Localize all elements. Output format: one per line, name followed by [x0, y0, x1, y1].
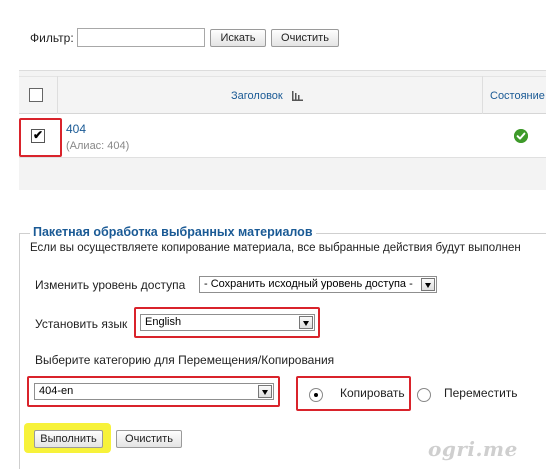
sort-icon[interactable] — [292, 90, 303, 101]
column-header-state[interactable]: Состояние — [490, 90, 545, 102]
article-alias: (Алиас: 404) — [66, 140, 130, 152]
copy-radio[interactable] — [309, 388, 323, 402]
batch-legend: Пакетная обработка выбранных материалов — [30, 225, 316, 239]
batch-description: Если вы осуществляете копирование матери… — [30, 242, 521, 254]
filter-label: Фильтр: — [30, 31, 74, 45]
row-checkbox[interactable]: ✔ — [31, 129, 45, 143]
category-label: Выберите категорию для Перемещения/Копир… — [35, 353, 335, 367]
run-button[interactable]: Выполнить — [34, 430, 103, 448]
filter-input[interactable] — [77, 28, 205, 47]
move-radio[interactable] — [417, 388, 431, 402]
column-header-title[interactable]: Заголовок — [231, 90, 283, 102]
watermark: ogri.me — [428, 437, 518, 461]
copy-label[interactable]: Копировать — [340, 386, 405, 400]
language-select[interactable]: English — [140, 314, 315, 331]
search-button[interactable]: Искать — [210, 29, 266, 47]
access-select[interactable]: - Сохранить исходный уровень доступа - — [199, 276, 437, 293]
access-label: Изменить уровень доступа — [35, 278, 186, 292]
language-label: Установить язык — [35, 317, 128, 331]
chevron-down-icon — [258, 385, 272, 398]
batch-clear-button[interactable]: Очистить — [116, 430, 182, 448]
category-select[interactable]: 404-en — [34, 383, 274, 400]
published-check-icon[interactable] — [514, 129, 528, 143]
article-title-link[interactable]: 404 — [66, 122, 86, 136]
language-select-value: English — [145, 316, 182, 328]
access-select-value: - Сохранить исходный уровень доступа - — [204, 278, 413, 290]
move-label[interactable]: Переместить — [444, 386, 518, 400]
filter-clear-button[interactable]: Очистить — [271, 29, 339, 47]
chevron-down-icon — [421, 278, 435, 291]
chevron-down-icon — [299, 316, 313, 329]
category-select-value: 404-en — [39, 385, 74, 397]
select-all-checkbox[interactable] — [29, 88, 43, 102]
